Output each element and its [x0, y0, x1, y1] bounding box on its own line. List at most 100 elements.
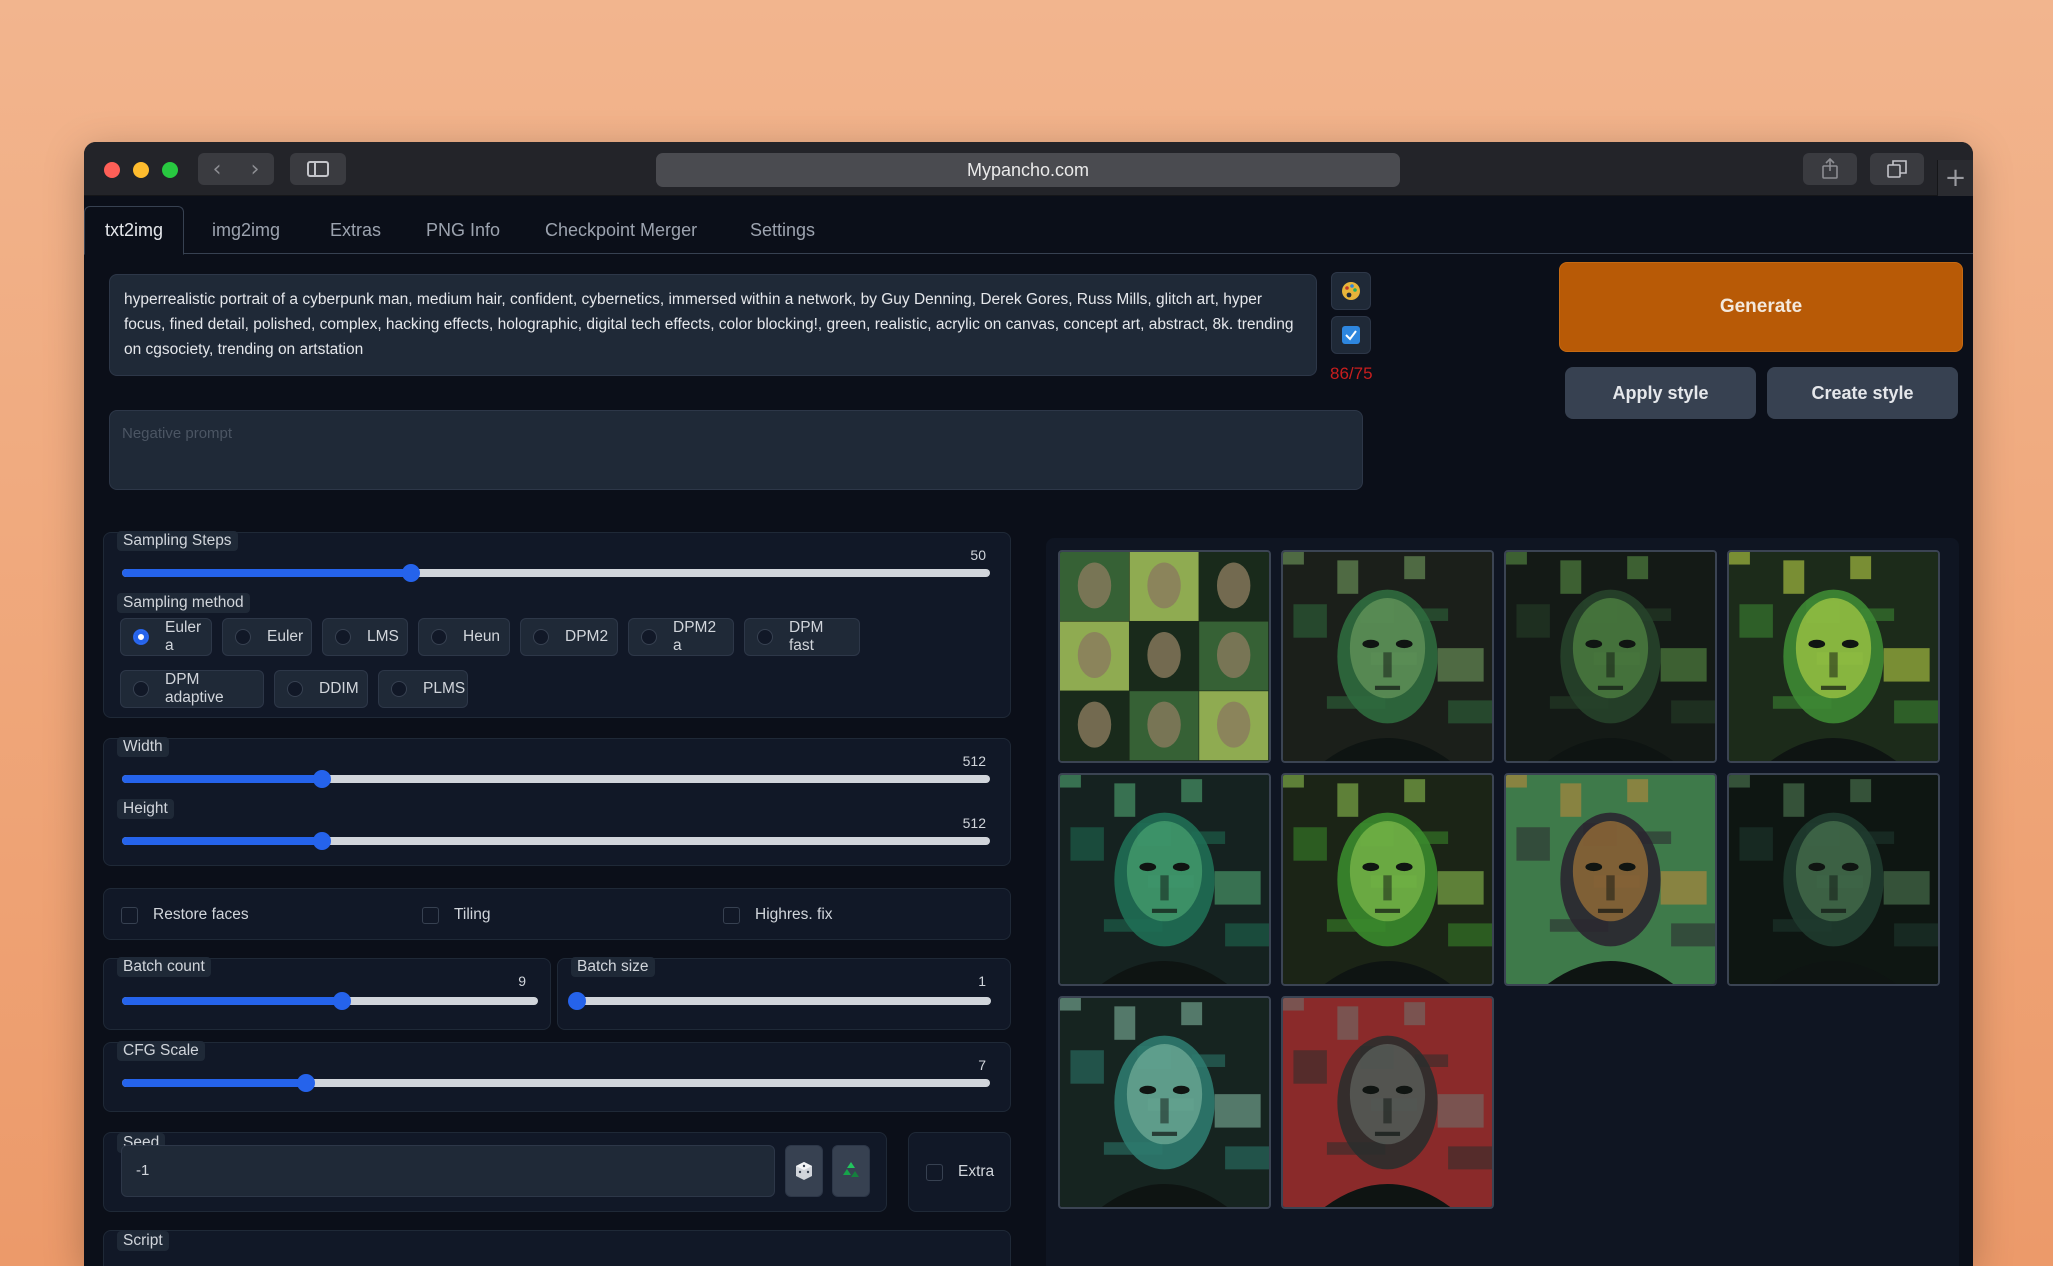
radio-dpm-fast[interactable]: DPM fast [744, 618, 860, 656]
back-arrow-icon[interactable]: ‹ [198, 153, 236, 185]
radio-plms[interactable]: PLMS [378, 670, 468, 708]
radio-label: DPM adaptive [165, 671, 224, 706]
slider-thumb[interactable] [297, 1074, 316, 1092]
close-window-button[interactable] [104, 162, 120, 178]
radio-label: Euler a [165, 619, 202, 654]
gallery-image[interactable] [1281, 773, 1494, 986]
tabs-icon [1887, 160, 1907, 178]
tab-settings[interactable]: Settings [730, 206, 835, 254]
apply-style-button[interactable]: Apply style [1565, 367, 1756, 419]
batch-count-panel: Batch count 9 [103, 957, 551, 1030]
share-button[interactable] [1803, 153, 1857, 185]
recycle-icon [843, 1162, 859, 1177]
radio-dpm2[interactable]: DPM2 [520, 618, 618, 656]
reuse-seed-button[interactable] [832, 1145, 870, 1197]
radio-indicator [235, 629, 251, 645]
radio-indicator [133, 629, 149, 645]
checkbox-box [723, 906, 740, 924]
extra-checkbox[interactable]: Extra [926, 1163, 994, 1181]
slider-thumb[interactable] [402, 564, 421, 582]
height-slider[interactable] [122, 832, 990, 850]
gallery-image[interactable] [1281, 550, 1494, 763]
gallery-image[interactable] [1727, 550, 1940, 763]
tab-checkpoint-merger[interactable]: Checkpoint Merger [525, 206, 717, 254]
batch-size-slider[interactable] [568, 992, 991, 1010]
radio-euler-a[interactable]: Euler a [120, 618, 212, 656]
radio-label: LMS [367, 628, 399, 645]
sidebar-toggle-button[interactable] [290, 153, 346, 185]
generated-portrait [1283, 775, 1492, 984]
radio-indicator [335, 629, 351, 645]
maximize-window-button[interactable] [162, 162, 178, 178]
radio-dpm2-a[interactable]: DPM2 a [628, 618, 734, 656]
tab-img2img[interactable]: img2img [192, 206, 300, 254]
new-tab-button[interactable]: + [1937, 160, 1973, 196]
seed-input[interactable]: -1 [121, 1145, 775, 1197]
gallery-image[interactable] [1727, 773, 1940, 986]
radio-dpm-adaptive[interactable]: DPM adaptive [120, 670, 264, 708]
cfg-scale-slider[interactable] [122, 1074, 990, 1092]
address-bar[interactable]: Mypancho.com [656, 153, 1400, 187]
generated-portrait [1506, 552, 1715, 761]
generated-portrait [1506, 775, 1715, 984]
slider-fill [122, 569, 412, 577]
batch-size-panel: Batch size 1 [557, 957, 1011, 1030]
gallery-image-grid[interactable] [1058, 550, 1271, 763]
generated-portrait [1283, 998, 1492, 1207]
minimize-window-button[interactable] [133, 162, 149, 178]
generated-portrait [1729, 552, 1938, 761]
slider-fill [122, 997, 343, 1005]
width-label: Width [117, 737, 169, 757]
gallery-image[interactable] [1058, 996, 1271, 1209]
radio-ddim[interactable]: DDIM [274, 670, 368, 708]
checkbox-box [926, 1163, 943, 1181]
script-label: Script [117, 1231, 169, 1251]
batch-count-value: 9 [518, 973, 526, 989]
radio-label: DPM2 a [673, 619, 717, 654]
browser-window: ‹ › Mypancho.com + txt2img img2img Extra… [84, 142, 1973, 1266]
forward-arrow-icon[interactable]: › [236, 153, 274, 185]
gallery-image[interactable] [1281, 996, 1494, 1209]
prompt-textarea[interactable]: hyperrealistic portrait of a cyberpunk m… [109, 274, 1317, 376]
sidebar-icon [307, 161, 329, 177]
radio-euler[interactable]: Euler [222, 618, 312, 656]
paste-params-button[interactable] [1331, 272, 1371, 310]
radio-heun[interactable]: Heun [418, 618, 510, 656]
create-style-button[interactable]: Create style [1767, 367, 1958, 419]
negative-prompt-textarea[interactable]: Negative prompt [109, 410, 1363, 490]
highres-fix-checkbox[interactable]: Highres. fix [723, 906, 833, 924]
share-icon [1822, 158, 1838, 179]
slider-thumb[interactable] [312, 832, 331, 850]
height-value: 512 [962, 815, 986, 831]
width-value: 512 [962, 753, 986, 769]
clear-prompt-button[interactable] [1331, 316, 1371, 354]
checkbox-icon [1342, 326, 1360, 344]
restore-faces-checkbox[interactable]: Restore faces [121, 906, 249, 924]
gallery-image[interactable] [1504, 773, 1717, 986]
radio-label: PLMS [423, 680, 466, 697]
radio-label: DPM fast [789, 619, 824, 654]
radio-lms[interactable]: LMS [322, 618, 408, 656]
radio-label: DDIM [319, 680, 359, 697]
tab-txt2img[interactable]: txt2img [84, 206, 185, 255]
tab-extras[interactable]: Extras [310, 206, 401, 254]
gallery-image[interactable] [1504, 550, 1717, 763]
random-seed-button[interactable] [785, 1145, 823, 1197]
tiling-checkbox[interactable]: Tiling [422, 906, 490, 924]
slider-thumb[interactable] [312, 770, 331, 788]
radio-label: Heun [463, 628, 501, 645]
dimensions-panel: Width 512 Height 512 [103, 737, 1011, 866]
radio-indicator [287, 681, 303, 697]
tab-overview-button[interactable] [1870, 153, 1924, 185]
checkbox-label: Highres. fix [755, 906, 833, 923]
gallery-image[interactable] [1058, 773, 1271, 986]
sampling-steps-slider[interactable] [122, 564, 990, 582]
tab-png-info[interactable]: PNG Info [406, 206, 520, 254]
slider-thumb[interactable] [333, 992, 352, 1010]
app-tabs: txt2img img2img Extras PNG Info Checkpoi… [84, 196, 1973, 255]
width-slider[interactable] [122, 770, 990, 788]
generate-button[interactable]: Generate [1559, 262, 1963, 352]
slider-thumb[interactable] [568, 992, 586, 1010]
batch-count-slider[interactable] [122, 992, 538, 1010]
sampling-method-label: Sampling method [117, 593, 250, 613]
